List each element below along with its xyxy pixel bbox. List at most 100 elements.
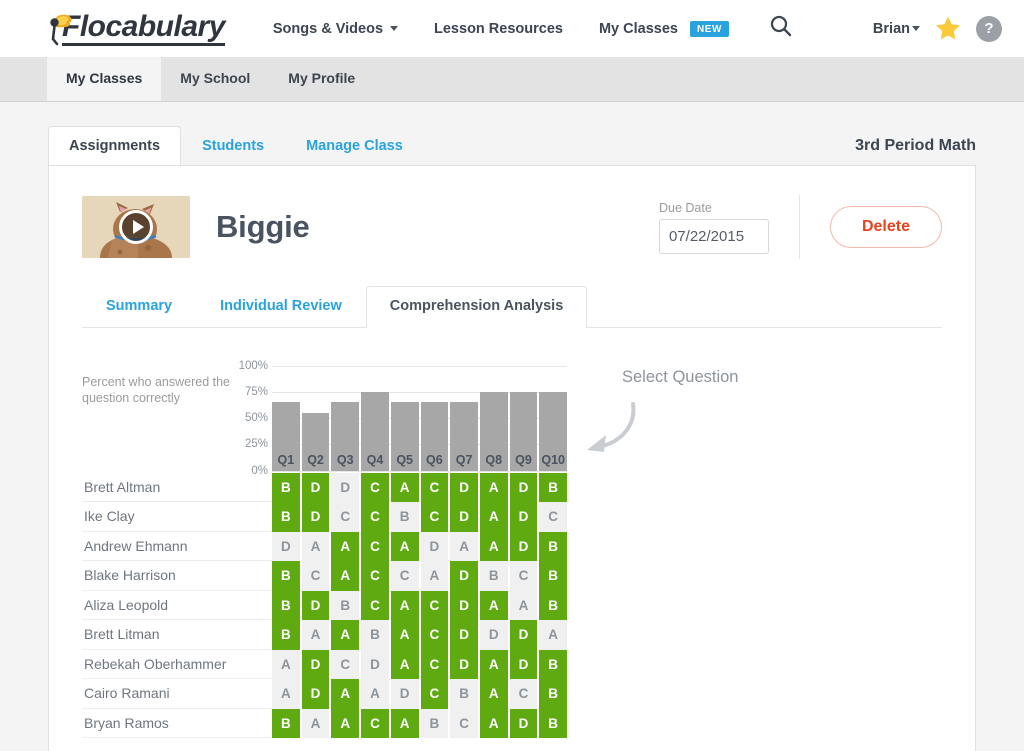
subnav-tab-my-profile[interactable]: My Profile [269,56,374,101]
answer-cell[interactable]: C [420,590,449,620]
answer-cell[interactable]: B [539,708,568,738]
answer-cell[interactable]: A [301,708,330,738]
answer-cell[interactable]: A [301,620,330,650]
answer-cell[interactable]: C [420,649,449,679]
chart-bar-q3[interactable]: Q3 [331,402,360,471]
answer-cell[interactable]: C [361,561,389,591]
answer-cell[interactable]: A [331,561,360,591]
answer-cell[interactable]: B [420,708,449,738]
answer-cell[interactable]: B [539,679,568,709]
answer-cell[interactable]: D [450,649,478,679]
user-menu[interactable]: Brian [873,21,920,37]
due-date-input[interactable] [658,218,769,254]
answer-cell[interactable]: D [390,679,419,709]
answer-cell[interactable]: D [509,708,538,738]
answer-cell[interactable]: A [390,531,419,561]
answer-cell[interactable]: B [272,502,300,532]
student-name[interactable]: Blake Harrison [82,561,272,591]
answer-cell[interactable]: B [272,620,300,650]
answer-cell[interactable]: B [539,472,568,502]
answer-cell[interactable]: A [479,590,508,620]
answer-cell[interactable]: B [272,561,300,591]
answer-cell[interactable]: B [539,561,568,591]
answer-cell[interactable]: C [361,590,389,620]
answer-cell[interactable]: B [272,708,300,738]
chart-bar-q9[interactable]: Q9 [509,391,538,471]
nav-my-classes[interactable]: My Classes NEW [581,15,747,43]
answer-cell[interactable]: A [509,590,538,620]
answer-cell[interactable]: B [272,472,300,502]
answer-cell[interactable]: D [509,649,538,679]
answer-cell[interactable]: B [390,502,419,532]
chart-bar-q8[interactable]: Q8 [479,391,508,471]
answer-cell[interactable]: D [420,531,449,561]
answer-cell[interactable]: D [509,531,538,561]
answer-cell[interactable]: D [301,649,330,679]
answer-cell[interactable]: C [331,649,360,679]
chart-bar-q1[interactable]: Q1 [272,402,300,471]
tab-comprehension-analysis[interactable]: Comprehension Analysis [365,286,588,328]
answer-cell[interactable]: C [361,472,389,502]
answer-cell[interactable]: C [450,708,478,738]
answer-cell[interactable]: C [301,561,330,591]
student-name[interactable]: Rebekah Oberhammer [82,650,272,679]
tab-manage-class[interactable]: Manage Class [285,127,424,166]
answer-cell[interactable]: A [272,679,300,709]
answer-cell[interactable]: D [450,561,478,591]
answer-cell[interactable]: A [272,649,300,679]
answer-cell[interactable]: B [450,679,478,709]
search-button[interactable] [769,14,793,43]
answer-cell[interactable]: A [479,531,508,561]
subnav-tab-my-classes[interactable]: My Classes [47,56,162,101]
chart-bar-q4[interactable]: Q4 [361,391,389,471]
student-name[interactable]: Cairo Ramani [82,679,272,709]
nav-songs-videos[interactable]: Songs & Videos [255,15,416,43]
answer-cell[interactable]: D [450,590,478,620]
answer-cell[interactable]: D [331,472,360,502]
answer-cell[interactable]: A [390,620,419,650]
subnav-tab-my-school[interactable]: My School [161,56,269,101]
tab-individual-review[interactable]: Individual Review [196,287,366,327]
flocabulary-logo[interactable]: Flocabulary [44,9,225,49]
answer-cell[interactable]: C [361,708,389,738]
answer-cell[interactable]: D [301,472,330,502]
answer-cell[interactable]: D [509,620,538,650]
answer-cell[interactable]: A [390,472,419,502]
answer-cell[interactable]: C [420,472,449,502]
answer-cell[interactable]: B [331,590,360,620]
answer-cell[interactable]: A [539,620,568,650]
answer-cell[interactable]: B [479,561,508,591]
star-icon[interactable] [934,15,962,42]
help-icon[interactable]: ? [976,15,1002,42]
answer-cell[interactable]: C [420,679,449,709]
answer-cell[interactable]: D [272,531,300,561]
video-thumbnail[interactable] [82,196,190,258]
answer-cell[interactable]: D [361,649,389,679]
answer-cell[interactable]: A [301,531,330,561]
student-name[interactable]: Bryan Ramos [82,709,272,738]
answer-cell[interactable]: D [509,502,538,532]
answer-cell[interactable]: D [479,620,508,650]
answer-cell[interactable]: A [390,649,419,679]
student-name[interactable]: Andrew Ehmann [82,532,272,561]
answer-cell[interactable]: A [331,531,360,561]
answer-cell[interactable]: A [390,708,419,738]
chart-bar-q7[interactable]: Q7 [450,402,478,471]
answer-cell[interactable]: A [479,502,508,532]
answer-cell[interactable]: B [539,590,568,620]
tab-assignments[interactable]: Assignments [48,125,182,166]
answer-cell[interactable]: A [450,531,478,561]
tab-students[interactable]: Students [181,127,285,166]
answer-cell[interactable]: A [479,649,508,679]
answer-cell[interactable]: B [539,649,568,679]
answer-cell[interactable]: B [272,590,300,620]
student-name[interactable]: Brett Altman [82,473,272,502]
student-name[interactable]: Brett Litman [82,620,272,650]
answer-cell[interactable]: C [361,502,389,532]
answer-cell[interactable]: C [509,561,538,591]
chart-bar-q5[interactable]: Q5 [390,402,419,471]
answer-cell[interactable]: B [539,531,568,561]
answer-cell[interactable]: A [479,679,508,709]
delete-button[interactable]: Delete [829,206,942,248]
chart-bar-q10[interactable]: Q10 [539,391,568,471]
